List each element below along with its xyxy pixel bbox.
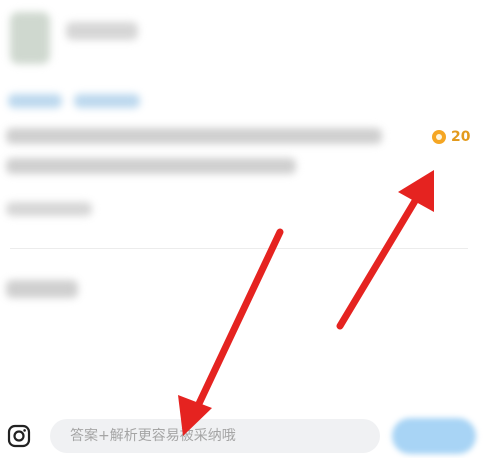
annotation-arrows [178,170,434,436]
coin-icon [432,130,446,144]
blurred-meta-text [6,202,92,216]
user-avatar [10,12,50,64]
blurred-username [66,22,138,40]
reward-badge: 20 [432,129,470,145]
divider [10,248,468,249]
submit-button[interactable] [392,418,476,454]
reward-value: 20 [451,129,471,145]
answer-input[interactable] [50,419,380,453]
arrow-to-input [178,228,284,436]
blurred-tag [74,94,140,108]
blurred-section-label [6,280,78,298]
blurred-question-line [6,158,296,174]
blurred-tag [8,94,62,108]
blurred-question-line [6,128,382,144]
camera-icon[interactable] [7,424,31,448]
